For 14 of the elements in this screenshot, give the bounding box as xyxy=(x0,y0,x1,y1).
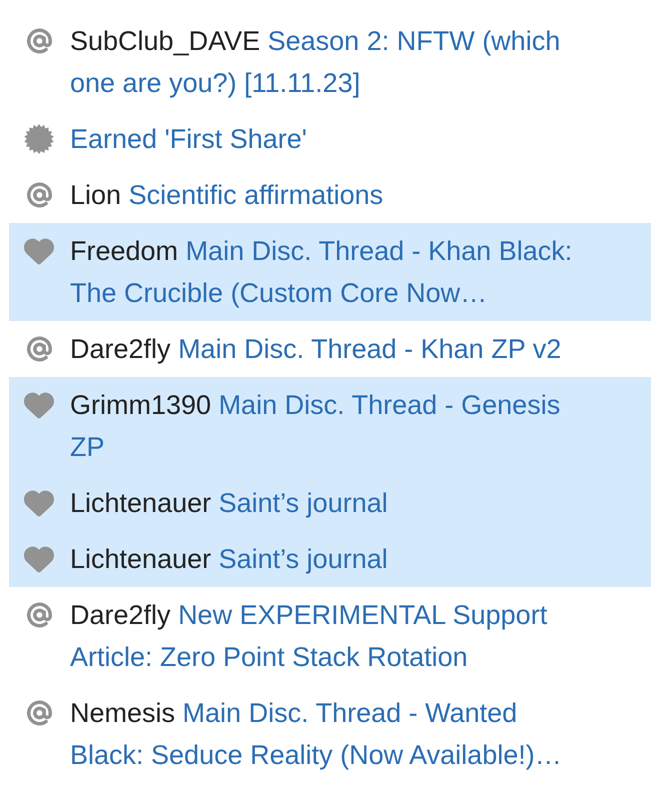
notification-item[interactable]: Freedom Main Disc. Thread - Khan Black: The Crucible (Custom Core Now… xyxy=(9,223,651,321)
notification-item[interactable]: Grimm1390 Main Disc. Thread - Genesis ZP xyxy=(9,377,651,475)
heart-icon xyxy=(24,546,54,572)
notification-item[interactable]: Lichtenauer Saint’s journal xyxy=(9,475,651,531)
notification-item[interactable]: Lichtenauer Saint’s journal xyxy=(9,531,651,587)
at-sign-icon xyxy=(24,699,54,727)
heart-icon xyxy=(24,392,54,418)
heart-icon xyxy=(24,238,54,264)
at-sign-icon xyxy=(24,181,54,209)
at-sign-icon xyxy=(24,601,54,629)
heart-icon xyxy=(24,490,54,516)
at-sign-icon xyxy=(24,335,54,363)
at-sign-icon xyxy=(24,27,54,55)
starburst-icon xyxy=(24,124,54,154)
